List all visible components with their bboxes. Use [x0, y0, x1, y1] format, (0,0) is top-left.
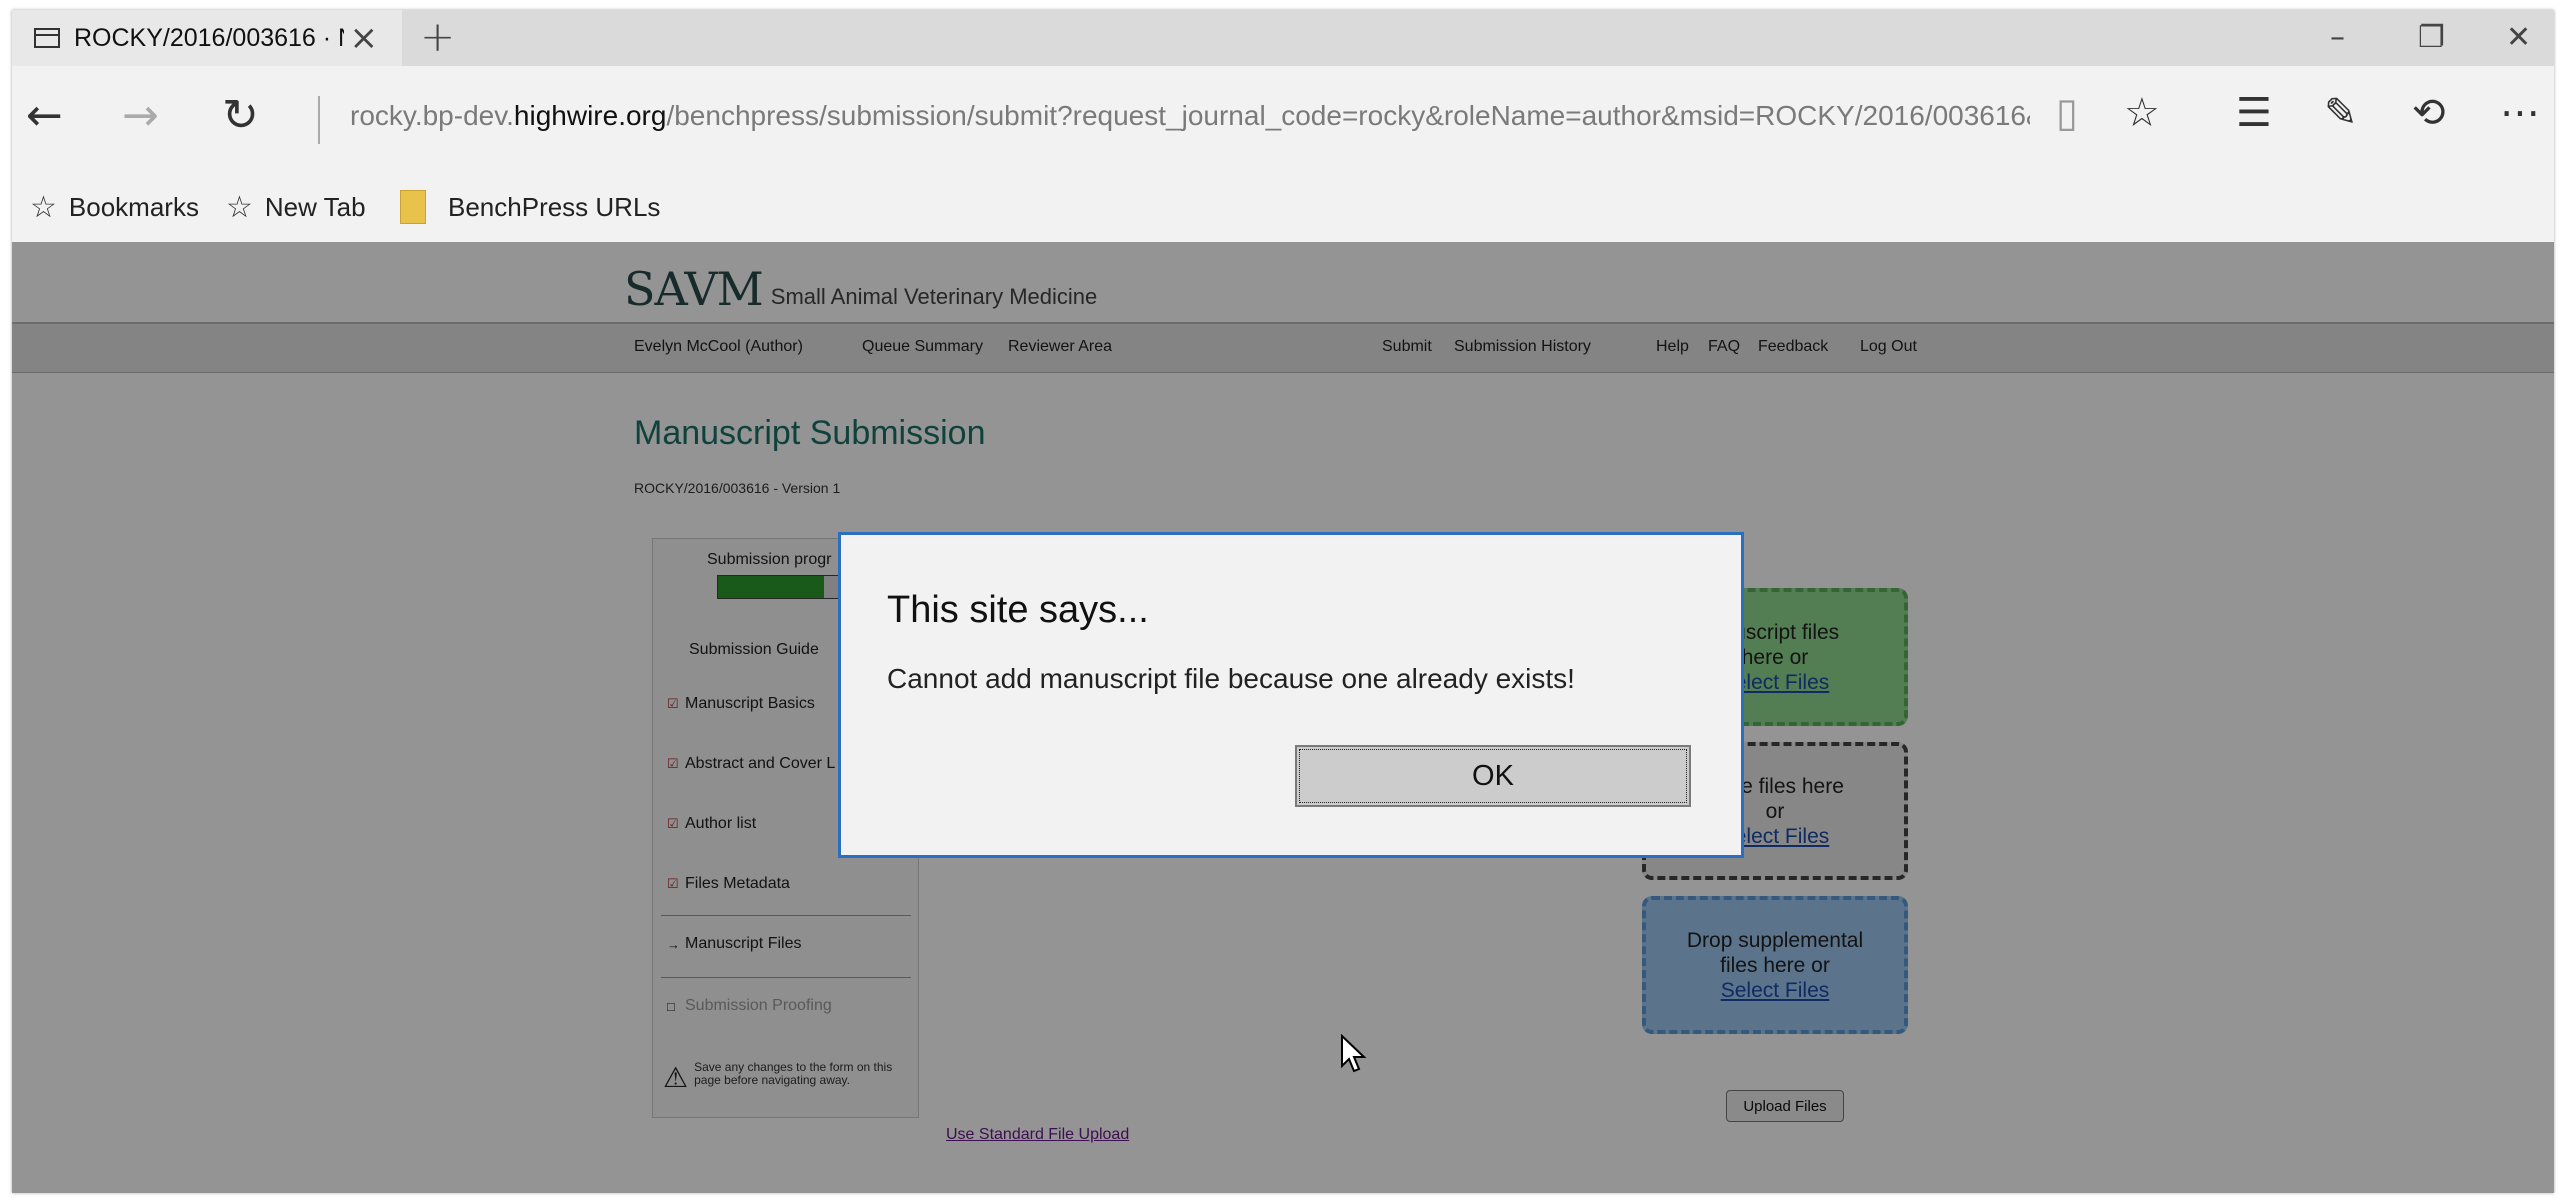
url-prefix: rocky.bp-dev.: [350, 100, 514, 131]
forward-icon[interactable]: →: [122, 90, 159, 141]
dialog-title: This site says...: [887, 589, 1149, 631]
back-icon[interactable]: ←: [26, 90, 63, 141]
favorite-star-icon[interactable]: ☆: [2124, 90, 2160, 136]
new-tab-icon[interactable]: +: [420, 12, 455, 61]
favorite-benchpress-urls[interactable]: BenchPress URLs: [400, 190, 660, 224]
hub-icon[interactable]: ☰: [2236, 90, 2272, 136]
star-icon: ☆: [30, 190, 57, 225]
close-tab-icon[interactable]: ×: [350, 18, 379, 58]
tab-bar: ROCKY/2016/003616 · N × + – ❐ ✕: [12, 10, 2554, 66]
favorites-bar: ☆ Bookmarks ☆ New Tab BenchPress URLs: [12, 172, 2554, 243]
favorite-label: Bookmarks: [68, 192, 199, 222]
share-icon[interactable]: ⟲: [2412, 90, 2446, 136]
browser-window: ROCKY/2016/003616 · N × + – ❐ ✕ ← → ↻ ro…: [12, 10, 2554, 1193]
ok-button[interactable]: OK: [1295, 745, 1691, 807]
more-icon[interactable]: ⋯: [2500, 90, 2540, 136]
url-path: /benchpress/submission/submit?request_jo…: [666, 100, 2030, 131]
favorite-label: New Tab: [264, 192, 366, 222]
mouse-cursor-icon: [1341, 1034, 1367, 1073]
folder-icon: [400, 190, 426, 224]
minimize-icon[interactable]: –: [2330, 20, 2345, 55]
reading-view-icon[interactable]: ▯: [2056, 90, 2078, 136]
close-window-icon[interactable]: ✕: [2506, 20, 2531, 55]
restore-icon[interactable]: ❐: [2418, 20, 2445, 55]
address-field[interactable]: rocky.bp-dev.highwire.org/benchpress/sub…: [350, 100, 2030, 132]
tab-title: ROCKY/2016/003616 · N: [74, 23, 344, 52]
address-divider: [318, 96, 320, 144]
star-icon: ☆: [226, 190, 253, 225]
favorite-new-tab[interactable]: ☆ New Tab: [226, 190, 366, 225]
refresh-icon[interactable]: ↻: [222, 90, 259, 141]
alert-dialog: This site says... Cannot add manuscript …: [838, 532, 1744, 858]
favorite-label: BenchPress URLs: [448, 191, 661, 222]
dialog-message: Cannot add manuscript file because one a…: [887, 663, 1575, 694]
web-note-icon[interactable]: ✎: [2324, 90, 2358, 136]
url-host: highwire.org: [513, 100, 667, 131]
browser-tab[interactable]: ROCKY/2016/003616 · N ×: [12, 10, 402, 66]
page-icon: [34, 28, 60, 48]
favorite-bookmarks[interactable]: ☆ Bookmarks: [30, 190, 199, 225]
address-toolbar: ← → ↻ rocky.bp-dev.highwire.org/benchpre…: [12, 66, 2554, 172]
